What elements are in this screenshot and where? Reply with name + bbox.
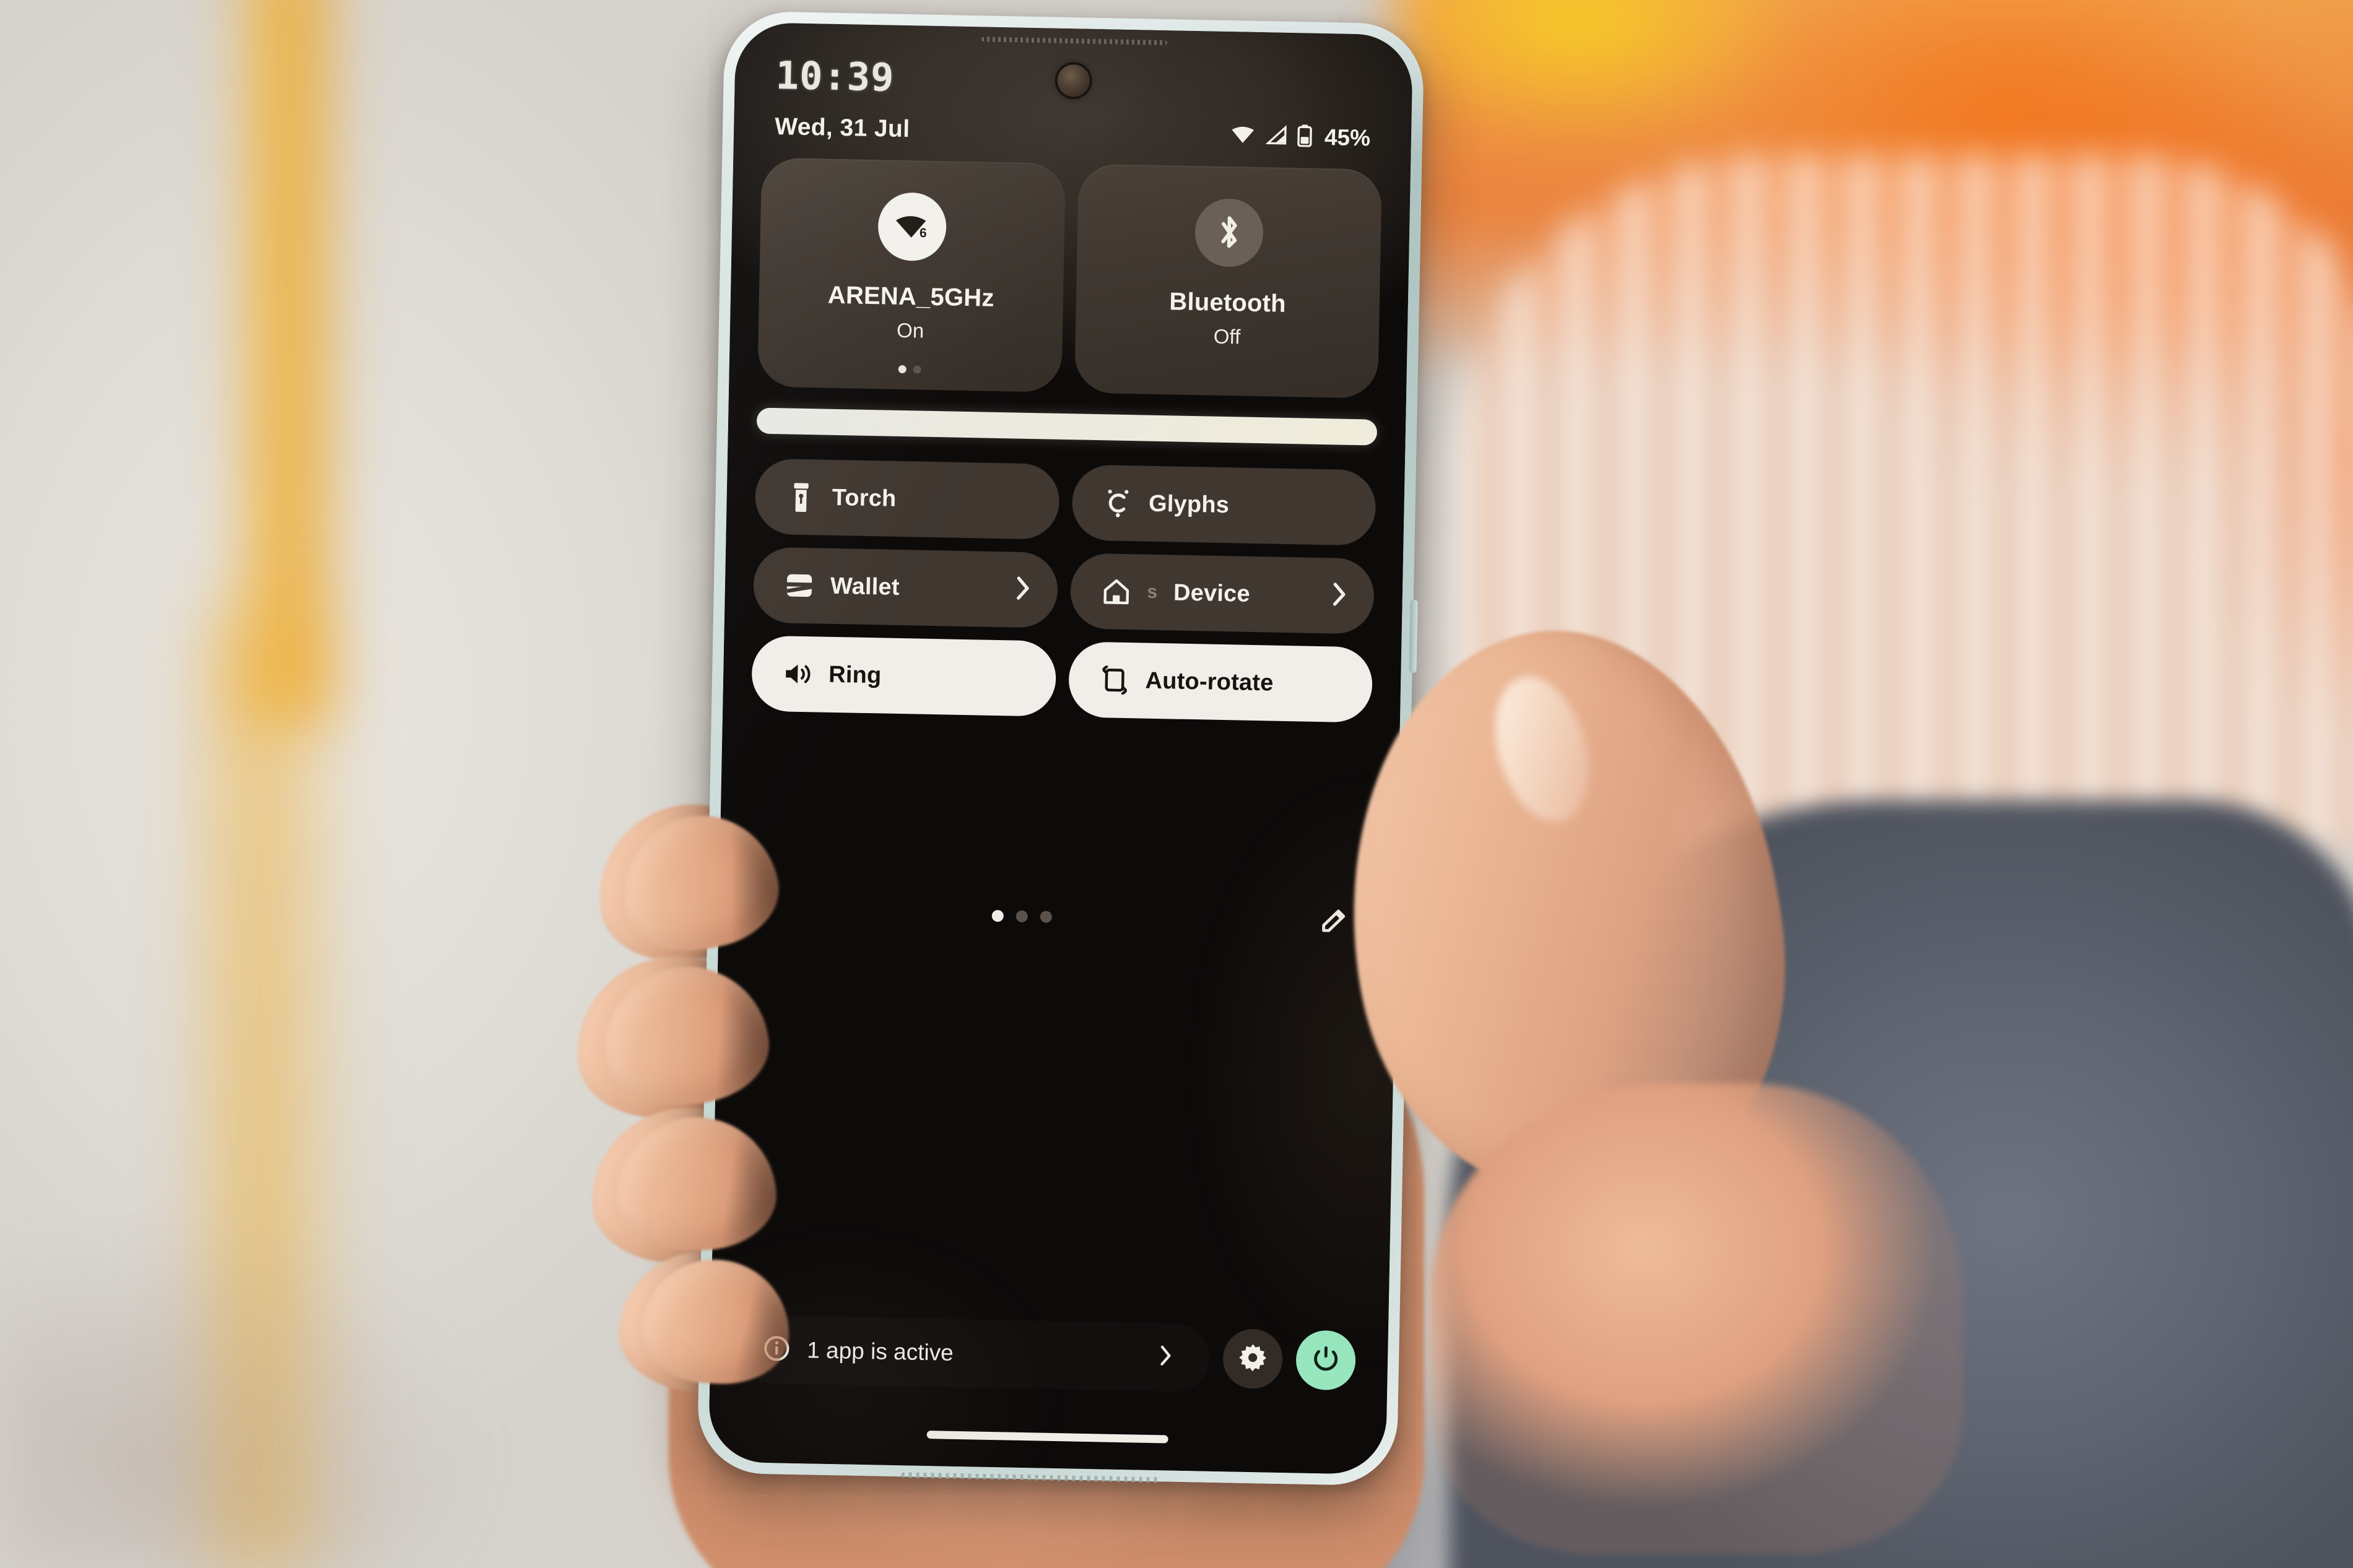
gesture-navigation-bar[interactable] <box>926 1431 1168 1444</box>
tile-wifi-ssid: ARENA_5GHz <box>827 281 994 312</box>
phone-device: 10:39 Wed, 31 Jul 45% 6 ARENA_5GHz On Bl… <box>697 11 1425 1486</box>
tile-row-1: Torch Glyphs <box>754 458 1377 546</box>
bluetooth-icon <box>1194 198 1264 268</box>
pencil-edit-icon[interactable] <box>1319 906 1348 938</box>
phone-screen: 10:39 Wed, 31 Jul 45% 6 ARENA_5GHz On Bl… <box>708 22 1414 1475</box>
earpiece-grille <box>981 37 1167 46</box>
settings-button[interactable] <box>1222 1328 1284 1390</box>
quick-settings-footer <box>747 895 1368 938</box>
tile-torch[interactable]: Torch <box>754 458 1060 540</box>
svg-text:6: 6 <box>920 226 927 240</box>
chevron-right-icon <box>1331 582 1347 610</box>
home-icon <box>1101 576 1131 607</box>
battery-icon <box>1297 124 1313 150</box>
tile-torch-label: Torch <box>832 484 897 512</box>
tile-glyphs-label: Glyphs <box>1148 490 1230 518</box>
brightness-slider[interactable] <box>756 407 1378 446</box>
wifi-icon <box>1230 124 1256 149</box>
quick-settings-large-tiles: 6 ARENA_5GHz On Bluetooth Off <box>757 157 1383 399</box>
tile-wifi[interactable]: 6 ARENA_5GHz On <box>757 157 1066 392</box>
wallet-icon <box>785 570 815 600</box>
ring-volume-icon <box>783 659 813 689</box>
tile-auto-rotate-label: Auto-rotate <box>1145 667 1274 696</box>
power-icon <box>1311 1343 1341 1377</box>
active-apps-label: 1 app is active <box>806 1337 954 1366</box>
status-date: Wed, 31 Jul <box>774 113 910 143</box>
tile-wifi-state: On <box>896 318 924 342</box>
cellular-signal-icon <box>1265 124 1288 149</box>
page-dot-2[interactable] <box>1016 910 1028 923</box>
tile-row-2: Wallet s Device <box>752 547 1375 635</box>
quick-settings-bottom-bar: 1 app is active <box>742 1315 1357 1395</box>
tile-wallet[interactable]: Wallet <box>752 547 1058 628</box>
chevron-right-icon <box>1015 576 1030 604</box>
torch-icon <box>786 482 816 513</box>
battery-percent: 45% <box>1324 124 1371 151</box>
gear-icon <box>1237 1341 1269 1376</box>
tile-row-3: Ring Auto-rotate <box>751 635 1373 723</box>
tile-auto-rotate[interactable]: Auto-rotate <box>1068 641 1373 723</box>
tile-device-controls-fading-text: s <box>1147 581 1158 602</box>
power-side-button[interactable] <box>1409 599 1418 674</box>
power-button[interactable] <box>1295 1330 1357 1391</box>
tile-ring[interactable]: Ring <box>751 635 1056 717</box>
page-dot-1[interactable] <box>991 909 1004 922</box>
active-apps-button[interactable]: 1 app is active <box>742 1315 1210 1392</box>
tile-bluetooth-title: Bluetooth <box>1168 288 1287 318</box>
quick-settings-tile-grid: Torch Glyphs Wallet s Device Ring Auto-r… <box>751 458 1377 723</box>
info-icon <box>763 1335 790 1364</box>
tile-glyphs[interactable]: Glyphs <box>1071 464 1377 546</box>
tile-bluetooth[interactable]: Bluetooth Off <box>1074 163 1383 399</box>
wifi-6-icon: 6 <box>877 192 947 262</box>
tile-wallet-label: Wallet <box>830 573 900 600</box>
tile-wifi-page-dots <box>898 365 921 374</box>
auto-rotate-icon <box>1099 665 1129 695</box>
chevron-right-icon <box>1159 1344 1173 1371</box>
tile-device-controls-label: Device <box>1173 579 1251 607</box>
status-icons-group: 45% <box>1230 123 1371 151</box>
page-indicator[interactable] <box>991 909 1052 923</box>
tile-bluetooth-state: Off <box>1213 324 1241 349</box>
status-clock: 10:39 <box>775 52 895 100</box>
page-dot-3[interactable] <box>1040 911 1052 923</box>
tile-device-controls[interactable]: s Device <box>1069 553 1375 635</box>
glyphs-icon <box>1103 488 1133 518</box>
tile-ring-label: Ring <box>828 661 882 688</box>
status-bar: 10:39 Wed, 31 Jul 45% <box>734 52 1412 153</box>
